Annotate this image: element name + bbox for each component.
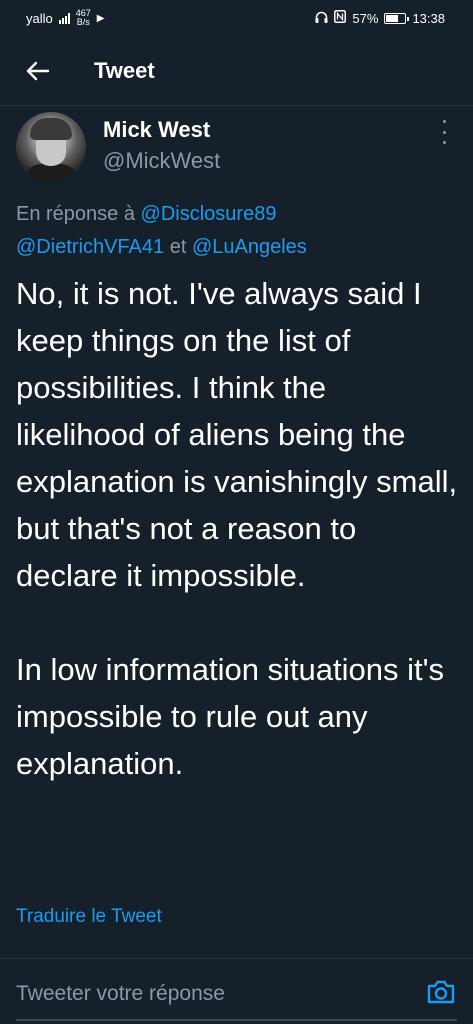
status-bar: yallo 467 B/s ▶ 57% 13:38	[0, 0, 473, 36]
headphones-icon	[315, 11, 328, 26]
camera-button[interactable]	[425, 977, 457, 1007]
top-app-bar: Tweet	[0, 36, 473, 106]
page-title: Tweet	[94, 57, 155, 83]
avatar-shirt	[22, 164, 80, 182]
tweet-paragraph: No, it is not. I've always said I keep t…	[16, 276, 458, 593]
battery-percent: 57%	[352, 10, 379, 26]
reply-underline	[16, 1019, 457, 1021]
translate-tweet-link[interactable]: Traduire le Tweet	[16, 906, 162, 928]
camera-icon	[427, 980, 455, 1004]
battery-icon	[384, 12, 410, 24]
more-dot	[442, 130, 446, 134]
mention-link[interactable]: @Disclosure89	[141, 203, 277, 225]
nfc-icon	[334, 10, 347, 26]
avatar[interactable]	[16, 112, 86, 182]
reply-input[interactable]	[16, 977, 406, 1011]
more-options-button[interactable]	[439, 120, 449, 144]
author-handle[interactable]: @MickWest	[103, 144, 220, 178]
reply-prefix: En réponse à	[16, 203, 135, 225]
tweet-paragraph: In low information situations it's impos…	[16, 652, 445, 781]
avatar-hair	[30, 118, 72, 140]
reply-joiner: et	[169, 236, 187, 258]
network-speed: 467 B/s	[76, 9, 91, 27]
mention-link[interactable]: @DietrichVFA41	[16, 236, 164, 258]
carrier-label: yallo	[26, 10, 53, 26]
more-dot	[442, 120, 446, 123]
play-icon: ▶	[96, 12, 105, 24]
clock: 13:38	[412, 10, 445, 26]
more-dot	[442, 141, 446, 144]
author-name[interactable]: Mick West	[103, 116, 220, 144]
reply-context: En réponse à @Disclosure89 @DietrichVFA4…	[16, 198, 456, 264]
mention-link[interactable]: @LuAngeles	[192, 236, 307, 258]
reply-bar	[0, 958, 473, 1024]
author-names: Mick West @MickWest	[103, 116, 220, 178]
tweet-text: No, it is not. I've always said I keep t…	[16, 270, 461, 787]
signal-icon	[58, 12, 70, 24]
back-button[interactable]	[18, 51, 58, 91]
tweet-author: Mick West @MickWest	[16, 112, 457, 188]
network-speed-unit: B/s	[76, 17, 90, 27]
status-left: yallo 467 B/s ▶	[26, 9, 104, 27]
status-right: 57% 13:38	[315, 10, 445, 26]
back-arrow-icon	[26, 61, 50, 80]
